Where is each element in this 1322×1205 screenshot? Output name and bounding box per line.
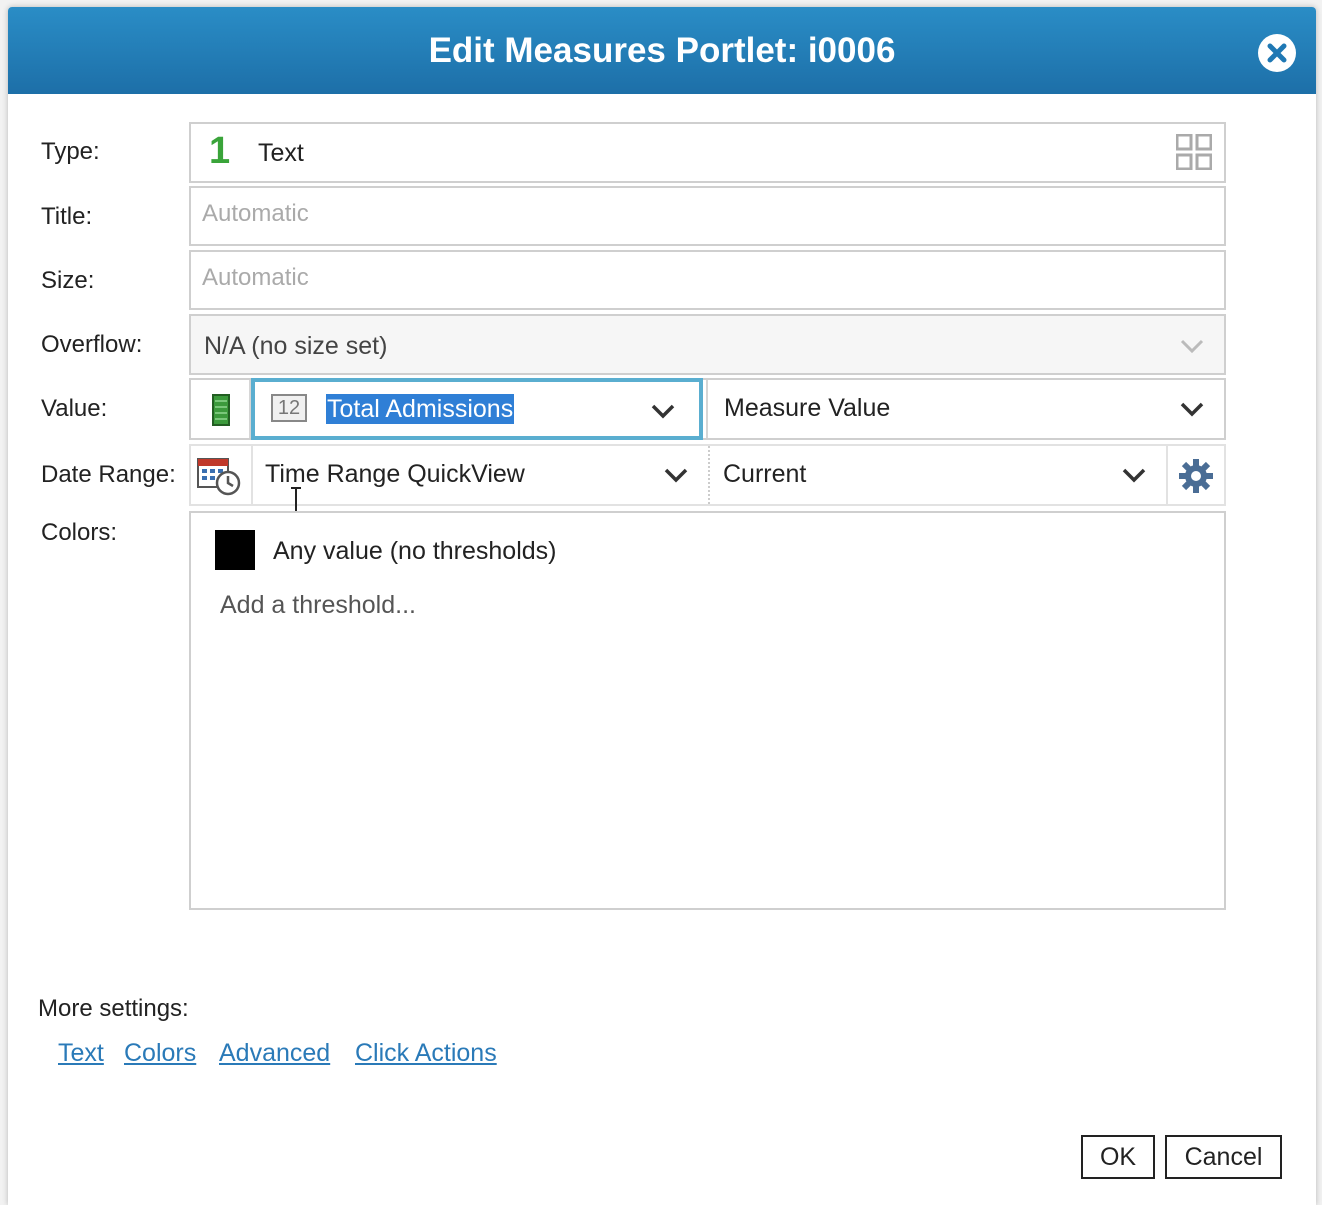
chevron-down-icon <box>1180 402 1204 417</box>
aggregation-value: Measure Value <box>724 394 891 422</box>
overflow-value: N/A (no size set) <box>204 332 388 360</box>
link-advanced-settings[interactable]: Advanced <box>219 1039 330 1068</box>
range-select[interactable]: Time Range QuickView <box>253 446 708 504</box>
chevron-down-icon <box>1180 339 1204 354</box>
period-select[interactable]: Current <box>710 446 1166 504</box>
add-threshold-link[interactable]: Add a threshold... <box>220 591 416 620</box>
aggregation-select[interactable]: Measure Value <box>708 380 1224 438</box>
type-label: Type: <box>41 138 100 165</box>
link-colors-settings[interactable]: Colors <box>124 1039 196 1068</box>
type-selector[interactable]: 1 Text <box>189 122 1226 183</box>
cancel-button[interactable]: Cancel <box>1165 1135 1282 1179</box>
link-click-actions[interactable]: Click Actions <box>355 1039 497 1068</box>
size-input[interactable]: Automatic <box>189 250 1226 310</box>
any-value-text: Any value (no thresholds) <box>273 537 557 565</box>
more-settings-label: More settings: <box>38 995 189 1022</box>
value-row-box: 12 Total Admissions Measure Value <box>189 378 1226 440</box>
date-range-label: Date Range: <box>41 461 176 488</box>
colors-panel: Any value (no thresholds) Add a threshol… <box>189 511 1226 910</box>
measure-select[interactable]: 12 Total Admissions <box>251 378 703 440</box>
measure-bar-icon <box>212 394 230 426</box>
measure-value: Total Admissions <box>326 394 515 424</box>
title-label: Title: <box>41 203 93 230</box>
period-value: Current <box>723 460 807 488</box>
value-label: Value: <box>41 395 108 422</box>
overflow-select[interactable]: N/A (no size set) <box>189 314 1226 375</box>
edit-measures-dialog: Edit Measures Portlet: i0006 Type: 1 Tex… <box>8 7 1316 1205</box>
date-range-row-box: Time Range QuickView Current <box>189 444 1226 521</box>
title-placeholder: Automatic <box>202 200 309 227</box>
chevron-down-icon <box>1122 468 1146 483</box>
measure-badge-icon: 12 <box>271 394 307 422</box>
link-text-settings[interactable]: Text <box>58 1039 104 1068</box>
type-value: Text <box>258 139 304 167</box>
range-value: Time Range QuickView <box>265 460 525 488</box>
title-input[interactable]: Automatic <box>189 186 1226 246</box>
close-circle-icon <box>1267 43 1287 63</box>
close-button[interactable] <box>1258 34 1296 72</box>
dialog-title: Edit Measures Portlet: i0006 <box>428 30 896 70</box>
overflow-label: Overflow: <box>41 331 143 358</box>
chevron-down-icon <box>664 468 688 483</box>
ok-button[interactable]: OK <box>1081 1135 1155 1179</box>
type-badge: 1 <box>209 130 231 172</box>
colors-label: Colors: <box>41 519 118 546</box>
chevron-down-icon <box>651 404 675 419</box>
size-label: Size: <box>41 267 95 294</box>
grid-icon[interactable] <box>1176 134 1212 170</box>
dialog-titlebar: Edit Measures Portlet: i0006 <box>8 7 1316 94</box>
gear-icon[interactable] <box>1178 458 1214 494</box>
color-swatch[interactable] <box>215 530 255 570</box>
size-placeholder: Automatic <box>202 264 309 291</box>
calendar-clock-icon[interactable] <box>196 453 242 497</box>
